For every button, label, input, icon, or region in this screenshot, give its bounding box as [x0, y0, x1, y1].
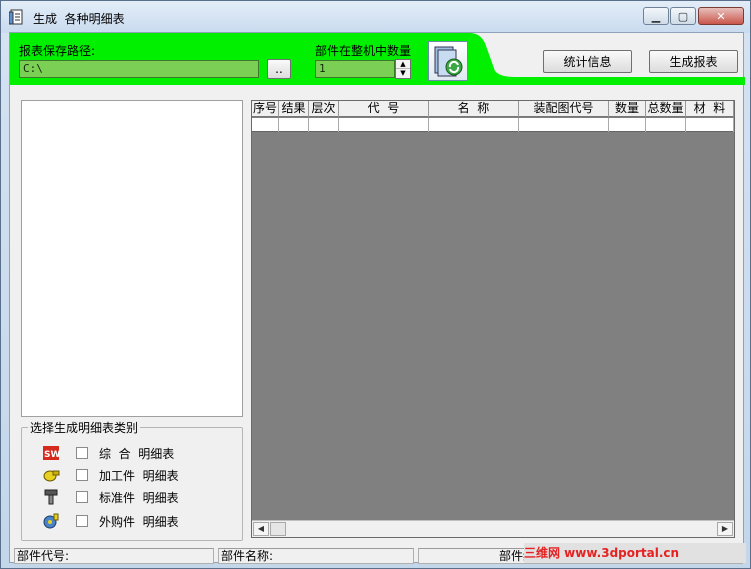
close-icon: ✕	[716, 9, 726, 23]
qty-label: 部件在整机中数量	[315, 44, 412, 58]
checkbox-summary[interactable]	[76, 447, 88, 459]
qty-input[interactable]: 1	[315, 60, 395, 78]
option-standard[interactable]: 标准件 明细表	[42, 488, 179, 506]
col-header[interactable]: 材 料	[686, 101, 734, 117]
standard-part-icon	[44, 489, 58, 505]
scroll-right-icon[interactable]: ▶	[717, 522, 733, 536]
qty-stepper[interactable]: ▲ ▼	[395, 59, 411, 79]
header-panel: 报表保存路径: C:\ .. 部件在整机中数量 1 ▲ ▼ 统计信息 生成报表	[10, 33, 745, 85]
option-label: 综 合 明细表	[99, 446, 175, 461]
col-header[interactable]: 名 称	[429, 101, 519, 117]
col-header[interactable]: 总数量	[646, 101, 686, 117]
col-header[interactable]: 代 号	[339, 101, 429, 117]
app-icon	[9, 9, 23, 25]
machined-part-icon	[43, 470, 60, 482]
window-title: 生成 各种明细表	[33, 12, 125, 26]
col-header[interactable]: 层次	[309, 101, 339, 117]
purchased-part-icon	[43, 513, 59, 529]
col-header[interactable]: 数量	[609, 101, 646, 117]
status-part-code: 部件代号:	[14, 548, 214, 564]
col-header[interactable]: 装配图代号	[519, 101, 609, 117]
maximize-button[interactable]: ▢	[670, 7, 696, 25]
option-purchased[interactable]: 外购件 明细表	[42, 512, 179, 530]
col-header[interactable]: 结果	[279, 101, 309, 117]
generate-report-button[interactable]: 生成报表	[649, 50, 738, 73]
scroll-left-icon[interactable]: ◀	[253, 522, 269, 536]
option-summary[interactable]: SW 综 合 明细表	[42, 444, 174, 462]
app-window: 生成 各种明细表 ▁ ▢ ✕ 报表保存路径: C:\ .. 部件在整机中数量 1…	[0, 0, 751, 569]
svg-text:SW: SW	[44, 450, 60, 460]
title-bar: 生成 各种明细表 ▁ ▢ ✕	[1, 1, 750, 33]
close-button[interactable]: ✕	[698, 7, 744, 25]
table-row[interactable]	[252, 118, 734, 132]
option-label: 加工件 明细表	[99, 468, 179, 483]
parts-grid[interactable]: 序号 结果 层次 代 号 名 称 装配图代号 数量 总数量 材 料 ◀ ▶	[251, 100, 735, 538]
stepper-up-icon[interactable]: ▲	[396, 60, 410, 69]
category-group-title: 选择生成明细表类别	[28, 419, 141, 436]
watermark: 三维网 www.3dportal.cn	[524, 543, 746, 563]
path-input[interactable]: C:\	[19, 60, 259, 78]
stats-button[interactable]: 统计信息	[543, 50, 632, 73]
checkbox-purchased[interactable]	[76, 515, 88, 527]
grid-header: 序号 结果 层次 代 号 名 称 装配图代号 数量 总数量 材 料	[252, 101, 734, 117]
export-icon[interactable]	[428, 41, 468, 81]
status-part-name: 部件名称:	[218, 548, 414, 564]
checkbox-machined[interactable]	[76, 469, 88, 481]
option-label: 外购件 明细表	[99, 514, 179, 529]
solidworks-icon: SW	[43, 446, 60, 460]
minimize-button[interactable]: ▁	[643, 7, 669, 25]
category-group: 选择生成明细表类别 SW 综 合 明细表 加工件 明细表 标准件 明细表 外购件…	[21, 419, 243, 541]
col-header[interactable]: 序号	[252, 101, 279, 117]
checkbox-standard[interactable]	[76, 491, 88, 503]
client-area: 报表保存路径: C:\ .. 部件在整机中数量 1 ▲ ▼ 统计信息 生成报表	[9, 32, 745, 564]
stepper-down-icon[interactable]: ▼	[396, 69, 410, 78]
option-machined[interactable]: 加工件 明细表	[42, 466, 179, 484]
scroll-thumb[interactable]	[270, 522, 286, 536]
assembly-tree[interactable]	[21, 100, 243, 417]
maximize-icon: ▢	[677, 9, 689, 23]
horizontal-scrollbar[interactable]: ◀ ▶	[252, 520, 734, 537]
option-label: 标准件 明细表	[99, 490, 179, 505]
browse-button[interactable]: ..	[267, 59, 291, 79]
minimize-icon: ▁	[651, 9, 661, 23]
path-label: 报表保存路径:	[19, 44, 96, 58]
